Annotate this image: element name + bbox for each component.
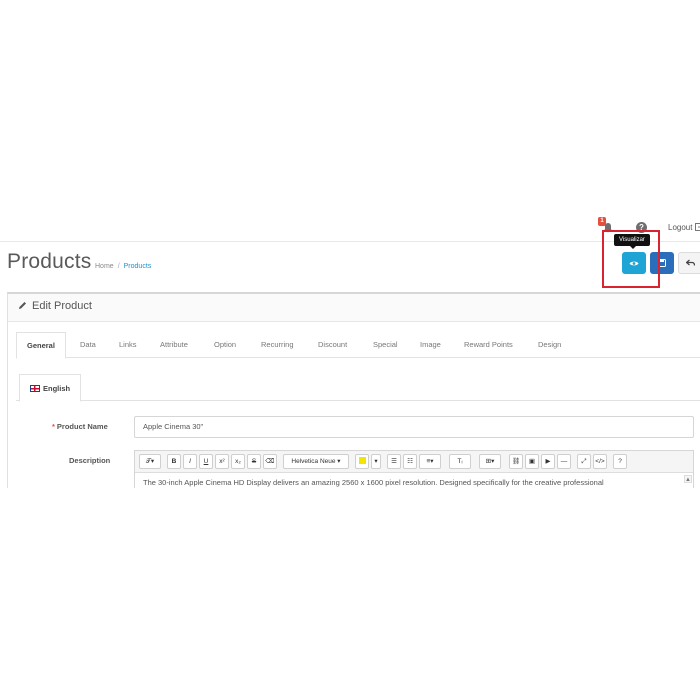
breadcrumb-home[interactable]: Home bbox=[95, 263, 114, 270]
uk-flag-icon bbox=[30, 385, 40, 392]
screenshot-frame: 1 ? Logout Products Home / Products Visual… bbox=[0, 214, 700, 488]
underline-button[interactable]: U bbox=[199, 454, 213, 469]
unordered-list-icon[interactable]: ☰ bbox=[387, 454, 401, 469]
page-title: Products bbox=[7, 250, 92, 273]
tab-recurring[interactable]: Recurring bbox=[261, 332, 294, 358]
back-button[interactable] bbox=[678, 252, 700, 274]
ordered-list-icon[interactable]: ☷ bbox=[403, 454, 417, 469]
tab-attribute[interactable]: Attribute bbox=[160, 332, 188, 358]
line-height-dropdown[interactable]: Tᵢ bbox=[449, 454, 471, 469]
font-family-label: Helvetica Neue bbox=[291, 458, 336, 465]
table-dropdown[interactable]: ⊞▾ bbox=[479, 454, 501, 469]
product-name-input[interactable]: Apple Cinema 30" bbox=[134, 416, 694, 438]
product-name-label: * Product Name bbox=[52, 422, 108, 431]
video-icon[interactable]: ▶ bbox=[541, 454, 555, 469]
breadcrumb-separator: / bbox=[117, 263, 120, 270]
tab-image[interactable]: Image bbox=[420, 332, 441, 358]
scroll-up-arrow[interactable]: ▲ bbox=[684, 475, 692, 483]
description-label: Description bbox=[69, 456, 111, 465]
eraser-icon[interactable]: ⌫ bbox=[263, 454, 277, 469]
superscript-button[interactable]: x² bbox=[215, 454, 229, 469]
panel-title: Edit Product bbox=[32, 300, 92, 312]
panel-heading: Edit Product bbox=[8, 294, 700, 322]
breadcrumb-products[interactable]: Products bbox=[124, 263, 152, 270]
horizontal-rule-icon[interactable]: — bbox=[557, 454, 571, 469]
product-name-label-text: Product Name bbox=[56, 422, 108, 431]
tab-data[interactable]: Data bbox=[80, 332, 96, 358]
code-view-icon[interactable]: </> bbox=[593, 454, 607, 469]
strikethrough-button[interactable]: S bbox=[247, 454, 261, 469]
italic-button[interactable]: I bbox=[183, 454, 197, 469]
bold-button[interactable]: B bbox=[167, 454, 181, 469]
tab-design[interactable]: Design bbox=[538, 332, 561, 358]
language-label: English bbox=[43, 384, 71, 393]
tab-discount[interactable]: Discount bbox=[318, 332, 347, 358]
font-family-select[interactable]: Helvetica Neue ▾ bbox=[283, 454, 349, 469]
breadcrumb: Home / Products bbox=[95, 263, 151, 270]
help-button[interactable]: ? bbox=[613, 454, 627, 469]
logout-link[interactable]: Logout bbox=[668, 223, 700, 232]
highlight-color-icon bbox=[358, 457, 366, 464]
paragraph-dropdown[interactable]: ≡▾ bbox=[419, 454, 441, 469]
language-tabs: English bbox=[16, 374, 700, 402]
image-icon[interactable]: ▣ bbox=[525, 454, 539, 469]
logout-label: Logout bbox=[668, 223, 693, 232]
fullscreen-icon[interactable]: ⤢ bbox=[577, 454, 591, 469]
reply-icon bbox=[685, 259, 695, 266]
link-icon[interactable]: ⛓ bbox=[509, 454, 523, 469]
top-header: 1 ? Logout bbox=[0, 214, 700, 242]
text-color-button[interactable] bbox=[355, 454, 369, 469]
style-dropdown[interactable]: 𝒯▾ bbox=[139, 454, 161, 469]
tab-general[interactable]: General bbox=[16, 332, 66, 359]
description-text[interactable]: The 30-inch Apple Cinema HD Display deli… bbox=[135, 473, 693, 488]
description-editor[interactable]: 𝒯▾ B I U x² x₂ S ⌫ Helvetica Neue ▾ ▾ ☰ … bbox=[134, 450, 694, 488]
tab-reward-points[interactable]: Reward Points bbox=[464, 332, 513, 358]
edit-product-panel: Edit Product General Data Links Attribut… bbox=[7, 292, 700, 488]
tab-language-english[interactable]: English bbox=[19, 374, 82, 402]
sign-out-icon bbox=[694, 223, 700, 231]
tab-links[interactable]: Links bbox=[119, 332, 137, 358]
color-dropdown[interactable]: ▾ bbox=[371, 454, 381, 469]
required-marker: * bbox=[52, 422, 55, 431]
tab-option[interactable]: Option bbox=[214, 332, 236, 358]
pencil-icon bbox=[19, 302, 26, 309]
product-tabs: General Data Links Attribute Option Recu… bbox=[16, 332, 700, 359]
tab-special[interactable]: Special bbox=[373, 332, 398, 358]
highlight-box bbox=[602, 230, 660, 288]
subscript-button[interactable]: x₂ bbox=[231, 454, 245, 469]
editor-toolbar: 𝒯▾ B I U x² x₂ S ⌫ Helvetica Neue ▾ ▾ ☰ … bbox=[135, 451, 693, 473]
